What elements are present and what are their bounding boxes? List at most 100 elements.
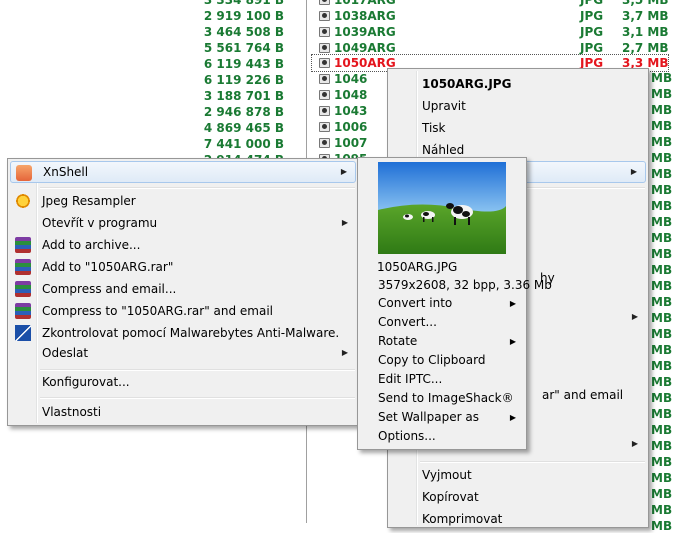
menu-label: Copy to Clipboard [378,353,486,367]
menu-separator [420,461,645,463]
menu-item-compress-rar-email[interactable]: Compress to "1050ARG.rar" and email [10,300,356,322]
menu-item-malwarebytes[interactable]: Zkontrolovat pomocí Malwarebytes Anti-Ma… [10,322,356,344]
shell-extension-menu: XnShell ▶ Jpeg Resampler Otevřít v progr… [7,158,359,426]
file-row[interactable]: 1017ARG JPG 3,5 MB [312,0,669,8]
file-type: JPG [580,9,604,23]
menu-label: Jpeg Resampler [42,194,136,208]
menu-item-jpeg-resampler[interactable]: Jpeg Resampler [10,190,356,212]
menu-item-open-with[interactable]: Otevřít v programu ▶ [10,212,356,234]
camera-icon [319,58,330,68]
chevron-right-icon: ▶ [341,218,348,227]
file-name: 1049ARG [334,41,396,55]
menu-item-default[interactable]: 1050ARG.JPG [390,73,646,95]
size-unit: MB [651,103,673,117]
xnshell-submenu: 1050ARG.JPG 3579x2608, 32 bpp, 3.36 Mb C… [357,157,552,450]
chevron-right-icon: ▶ [509,299,516,308]
file-size: 7 441 000 B [203,137,284,151]
size-unit: MB [651,279,673,293]
menu-item-cut[interactable]: Vyjmout [390,464,646,486]
size-unit: MB [651,199,673,213]
menu-item-print[interactable]: Tisk [390,117,646,139]
camera-icon [319,27,330,37]
file-name: 1007 [334,136,368,150]
xn-item-send-imageshack[interactable]: Send to ImageShack® [378,389,522,408]
file-row[interactable]: 1039ARG JPG 3,1 MB [312,24,669,40]
file-row[interactable]: 1049ARG JPG 2,7 MB [312,40,669,56]
xn-item-options[interactable]: Options... [378,427,522,446]
file-size: 6 119 226 B [203,73,284,87]
menu-item-copy[interactable]: Kopírovat [390,486,646,508]
menu-label: Compress to "1050ARG.rar" and email [42,304,274,318]
xn-item-convert-into[interactable]: Convert into ▶ [378,294,522,313]
menu-item-add-to-archive[interactable]: Add to archive... [10,234,356,256]
size-unit: MB [651,407,673,421]
menu-separator [40,397,355,399]
size-unit: MB [651,487,673,501]
size-unit: MB [651,311,673,325]
file-size: 3 334 891 B [203,0,284,7]
size-unit: MB [651,247,673,261]
size-unit: MB [651,231,673,245]
winrar-icon [15,281,31,297]
file-size: 3,7 MB [622,9,669,23]
menu-item-compress[interactable]: Komprimovat [390,508,646,530]
xn-filename: 1050ARG.JPG [377,260,458,274]
file-size: 4 869 465 B [203,121,284,135]
camera-icon [319,138,330,148]
xn-item-copy-clipboard[interactable]: Copy to Clipboard [378,351,522,370]
camera-icon [319,90,330,100]
xn-item-rotate[interactable]: Rotate ▶ [378,332,522,351]
winrar-icon [15,237,31,253]
menu-item-send-to[interactable]: Odeslat ▶ [10,342,356,364]
size-unit: MB [651,503,673,517]
size-unit: MB [651,151,673,165]
chevron-right-icon: ▶ [340,167,347,176]
file-size: 2,7 MB [622,41,669,55]
xn-item-set-wallpaper[interactable]: Set Wallpaper as ▶ [378,408,522,427]
camera-icon [319,11,330,21]
chevron-right-icon: ▶ [630,167,637,176]
menu-item-add-to-rar[interactable]: Add to "1050ARG.rar" [10,256,356,278]
file-size: 5 561 764 B [203,41,284,55]
size-unit: MB [651,119,673,133]
file-name: 1043 [334,104,368,118]
size-unit: MB [651,183,673,197]
menu-item-configure[interactable]: Konfigurovat... [10,371,356,393]
size-unit: MB [651,87,673,101]
chevron-right-icon: ▶ [631,312,638,321]
file-type: JPG [580,25,604,39]
menu-label: Odeslat [42,346,89,360]
malwarebytes-icon [15,325,31,341]
menu-item-properties[interactable]: Vlastnosti [10,401,356,423]
xn-item-convert[interactable]: Convert... [378,313,522,332]
menu-label: Options... [378,429,436,443]
chevron-right-icon: ▶ [341,348,348,357]
size-unit: MB [651,375,673,389]
chevron-right-icon: ▶ [509,413,516,422]
camera-icon [319,43,330,53]
menu-label: XnShell [43,165,89,179]
file-name: 1006 [334,120,368,134]
menu-label: Add to archive... [42,238,141,252]
file-name: 1046 [334,72,368,86]
size-unit: MB [651,455,673,469]
file-row[interactable]: 1038ARG JPG 3,7 MB [312,8,669,24]
menu-label: Send to ImageShack® [378,391,514,405]
file-name: 1048 [334,88,368,102]
menu-item-edit[interactable]: Upravit [390,95,646,117]
size-unit: MB [651,215,673,229]
file-name: 1039ARG [334,25,396,39]
file-size: 3 464 508 B [203,25,284,39]
menu-item-compress-email[interactable]: Compress and email... [10,278,356,300]
size-unit: MB [651,423,673,437]
image-thumbnail [378,162,506,254]
menu-item-xnshell[interactable]: XnShell ▶ [10,161,356,183]
size-unit: MB [651,167,673,181]
menu-separator [40,187,355,189]
menu-label: Rotate [378,334,418,348]
size-unit: MB [651,295,673,309]
xn-item-edit-iptc[interactable]: Edit IPTC... [378,370,522,389]
file-size: 2 919 100 B [203,9,284,23]
jpeg-resampler-icon [15,193,31,209]
winrar-icon [15,259,31,275]
